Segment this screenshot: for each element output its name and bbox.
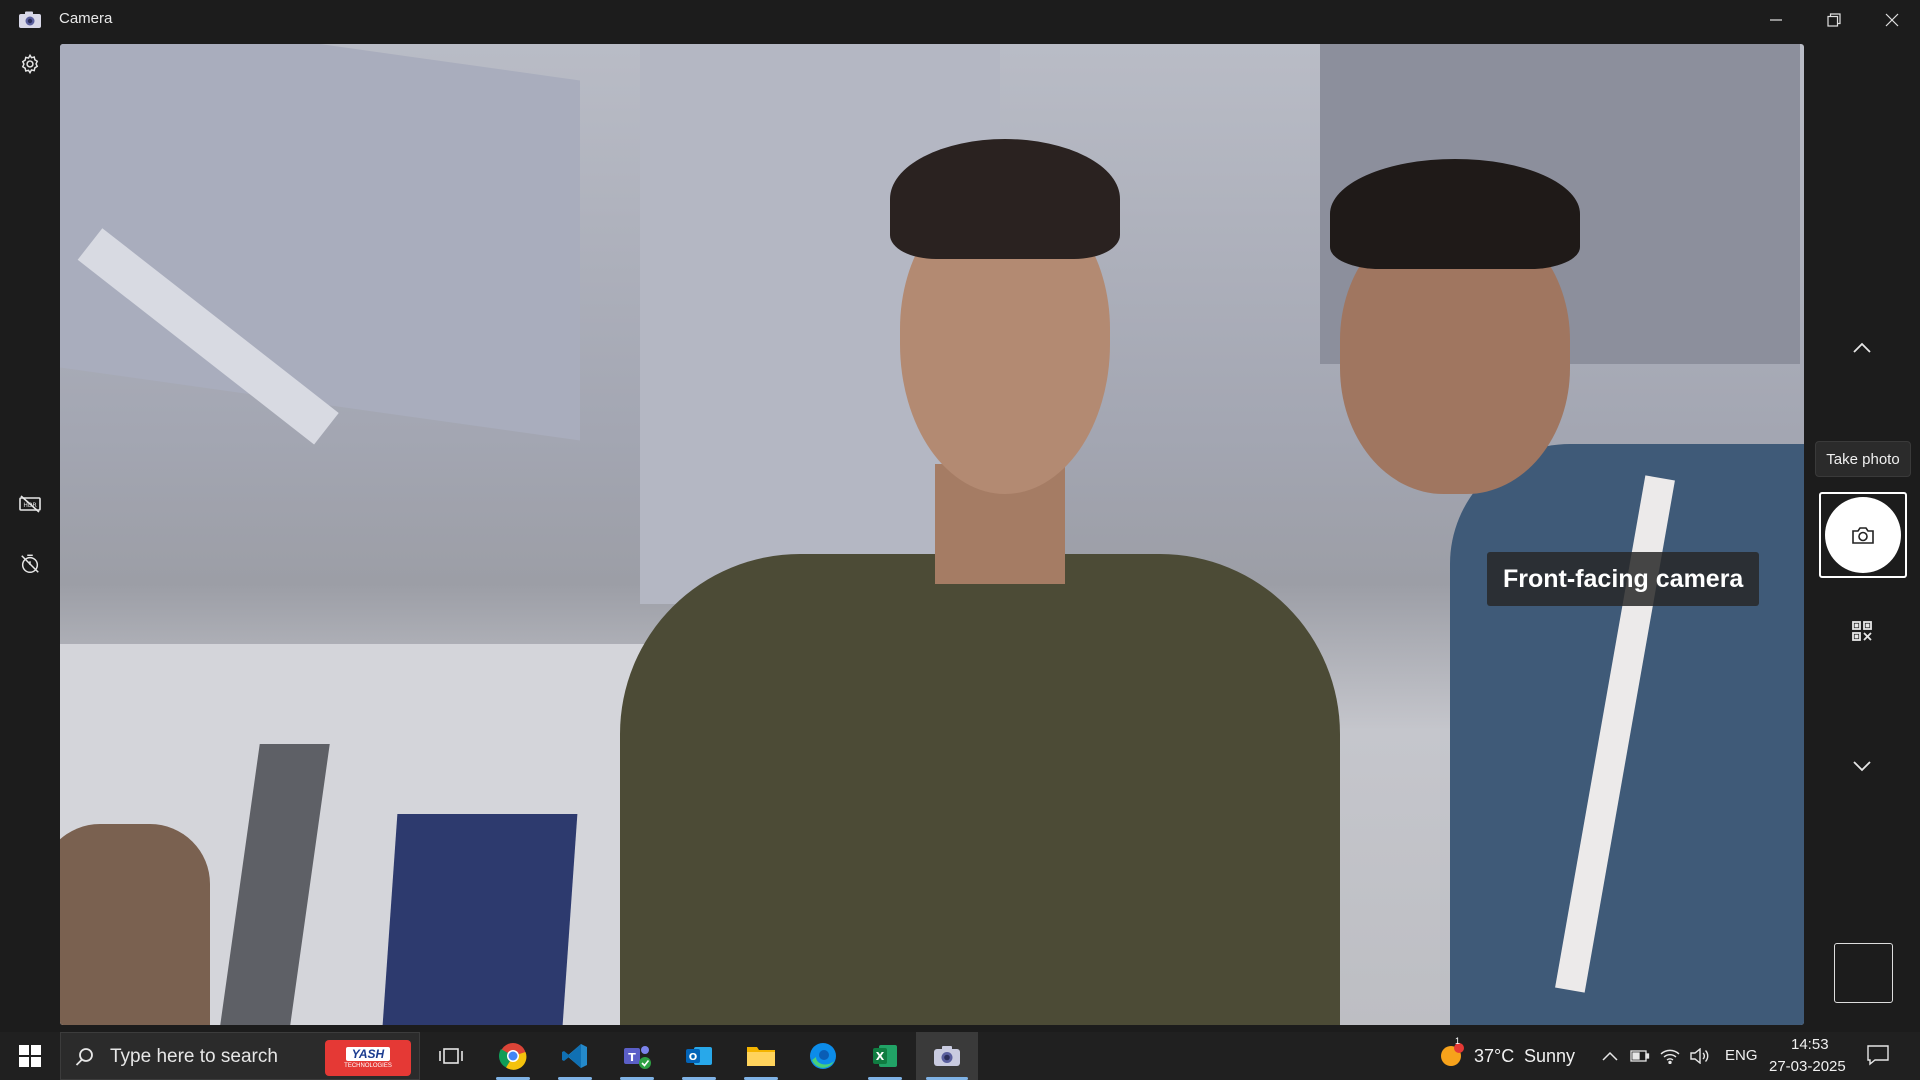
task-view-icon [439,1048,463,1064]
camera-icon [1852,527,1874,544]
last-photo-thumbnail[interactable] [1834,943,1893,1003]
weather-temperature: 37°C [1474,1046,1515,1066]
taskbar-app-outlook[interactable]: O [668,1032,730,1080]
taskbar-app-vscode[interactable] [544,1032,606,1080]
weather-alert-count: 1 [1455,1036,1461,1046]
restore-button[interactable] [1806,0,1862,40]
outlook-icon: O [686,1047,712,1065]
search-icon [75,1048,93,1066]
excel-icon: X [873,1045,897,1067]
hdr-off-icon: HDR [19,495,41,513]
clock-date: 27-03-2025 [1769,1058,1846,1075]
taskbar-app-file-explorer[interactable] [730,1032,792,1080]
mode-up-button[interactable] [1844,330,1880,366]
left-toolbar: HDR [0,40,60,1025]
clock[interactable]: 14:53 27-03-2025 [1766,1032,1858,1080]
speaker-icon [1690,1047,1709,1065]
promo-logo-text: YASH [345,1047,391,1061]
taskbar-app-chrome[interactable] [482,1032,544,1080]
start-button[interactable] [0,1032,60,1080]
camera-app-icon [19,11,41,28]
edge-icon [810,1043,836,1069]
person-center-hair [890,139,1120,259]
folder-icon [747,1047,775,1066]
camera-app-taskbar-icon [934,1046,960,1066]
person-right-hair [1330,159,1580,269]
teams-icon: T [624,1046,651,1069]
svg-text:T: T [628,1051,636,1064]
show-hidden-icons-button[interactable] [1598,1046,1622,1066]
battery-icon [1630,1050,1650,1062]
hdr-toggle-button[interactable]: HDR [14,488,46,520]
timer-button[interactable] [14,548,46,580]
svg-text:O: O [689,1052,698,1063]
wall-painting [382,814,578,1025]
qr-code-icon [1852,621,1872,641]
notification-icon [1867,1045,1889,1066]
search-promo-logo: YASH TECHNOLOGIES [325,1040,411,1076]
chevron-down-icon [1853,761,1871,772]
take-photo-button[interactable] [1819,492,1907,578]
chevron-up-icon [1602,1051,1618,1061]
network-button[interactable] [1658,1046,1682,1066]
taskbar-app-excel[interactable]: X [854,1032,916,1080]
ceiling-panel [60,44,580,441]
weather-condition: Sunny [1524,1046,1576,1066]
restore-icon [1827,13,1841,27]
volume-button[interactable] [1688,1046,1712,1066]
qr-scan-button[interactable] [1844,613,1880,649]
search-placeholder: Type here to search [110,1046,278,1067]
settings-button[interactable] [14,48,46,80]
minimize-button[interactable] [1748,0,1804,40]
windows-logo-icon [19,1045,41,1067]
taskbar-app-camera[interactable] [916,1032,978,1080]
person-center-body [620,554,1340,1025]
chrome-icon [498,1043,527,1070]
sun-icon [1441,1043,1464,1066]
wifi-icon [1660,1049,1680,1065]
camera-toggle-label: Front-facing camera [1487,552,1760,606]
close-button[interactable] [1864,0,1920,40]
input-language[interactable]: ENG [1725,1047,1758,1064]
window-title: Camera [59,10,113,27]
minimize-icon [1770,19,1782,21]
close-icon [1885,13,1899,27]
clock-time: 14:53 [1791,1036,1829,1053]
take-photo-tooltip: Take photo [1815,441,1911,477]
notification-center-button[interactable] [1866,1044,1896,1068]
timer-off-icon [21,554,39,573]
task-view-button[interactable] [420,1032,482,1080]
battery-button[interactable] [1628,1046,1652,1066]
taskbar: Type here to search YASH TECHNOLOGIES T [0,1032,1920,1080]
promo-sub-text: TECHNOLOGIES [344,1063,392,1069]
chevron-up-icon [1853,342,1871,353]
person-left-partial [60,824,210,1025]
vscode-icon [562,1044,587,1068]
taskbar-search-box[interactable]: Type here to search YASH TECHNOLOGIES [60,1032,420,1080]
title-bar: Camera [0,0,1920,40]
taskbar-app-edge[interactable] [792,1032,854,1080]
shutter-button[interactable] [1825,497,1901,573]
mode-down-button[interactable] [1844,748,1880,784]
gear-icon [21,53,39,75]
taskbar-app-teams[interactable]: T [606,1032,668,1080]
weather-widget[interactable]: 1 37°C Sunny [1436,1032,1576,1080]
camera-viewfinder[interactable]: Front-facing camera [60,44,1804,1025]
svg-text:X: X [876,1050,885,1063]
